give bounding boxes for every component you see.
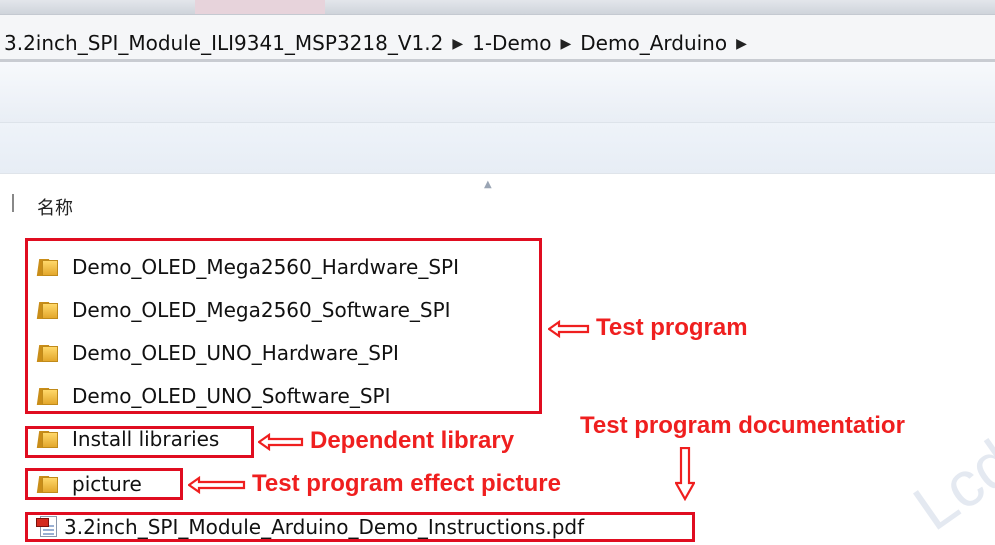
column-header[interactable]: 名称 ▲ bbox=[0, 179, 995, 228]
highlight-box-install-libraries bbox=[25, 426, 254, 458]
breadcrumb-item[interactable]: 1-Demo bbox=[472, 31, 551, 55]
sort-ascending-icon: ▲ bbox=[484, 179, 492, 190]
annotation-dependent-library: Dependent library bbox=[258, 427, 514, 455]
breadcrumb-arrow-icon[interactable]: ▶ bbox=[736, 36, 747, 52]
breadcrumb-arrow-icon[interactable]: ▶ bbox=[452, 36, 463, 52]
breadcrumb: 3.2inch_SPI_Module_ILI9341_MSP3218_V1.2 ▶… bbox=[4, 31, 756, 55]
annotation-label: Test program documentatior bbox=[580, 412, 905, 439]
annotation-test-program: Test program bbox=[548, 314, 748, 342]
highlight-box-pdf bbox=[25, 512, 695, 542]
toolbar-area bbox=[0, 62, 995, 123]
watermark: Lcd bbox=[900, 425, 995, 545]
breadcrumb-item[interactable]: Demo_Arduino bbox=[580, 31, 727, 55]
annotation-documentation: Test program documentatior bbox=[580, 412, 905, 440]
select-all-checkbox[interactable] bbox=[2, 194, 14, 212]
toolbar-area-secondary bbox=[0, 123, 995, 174]
annotation-label: Test program bbox=[596, 314, 748, 341]
annotation-effect-picture: Test program effect picture bbox=[188, 470, 561, 498]
highlight-box-test-programs bbox=[25, 238, 542, 414]
left-arrow-icon bbox=[188, 475, 246, 494]
annotation-label: Dependent library bbox=[310, 427, 515, 454]
left-arrow-icon bbox=[258, 432, 304, 451]
name-column-label[interactable]: 名称 bbox=[37, 194, 73, 220]
left-arrow-icon bbox=[548, 319, 590, 338]
window-top-accent bbox=[195, 0, 325, 14]
annotation-label: Test program effect picture bbox=[252, 470, 561, 497]
highlight-box-picture bbox=[25, 468, 183, 500]
breadcrumb-arrow-icon[interactable]: ▶ bbox=[560, 36, 571, 52]
address-bar[interactable]: 3.2inch_SPI_Module_ILI9341_MSP3218_V1.2 ▶… bbox=[0, 14, 995, 62]
window-top-bar bbox=[0, 0, 995, 14]
breadcrumb-item[interactable]: 3.2inch_SPI_Module_ILI9341_MSP3218_V1.2 bbox=[4, 31, 443, 55]
down-arrow-icon bbox=[675, 447, 695, 501]
